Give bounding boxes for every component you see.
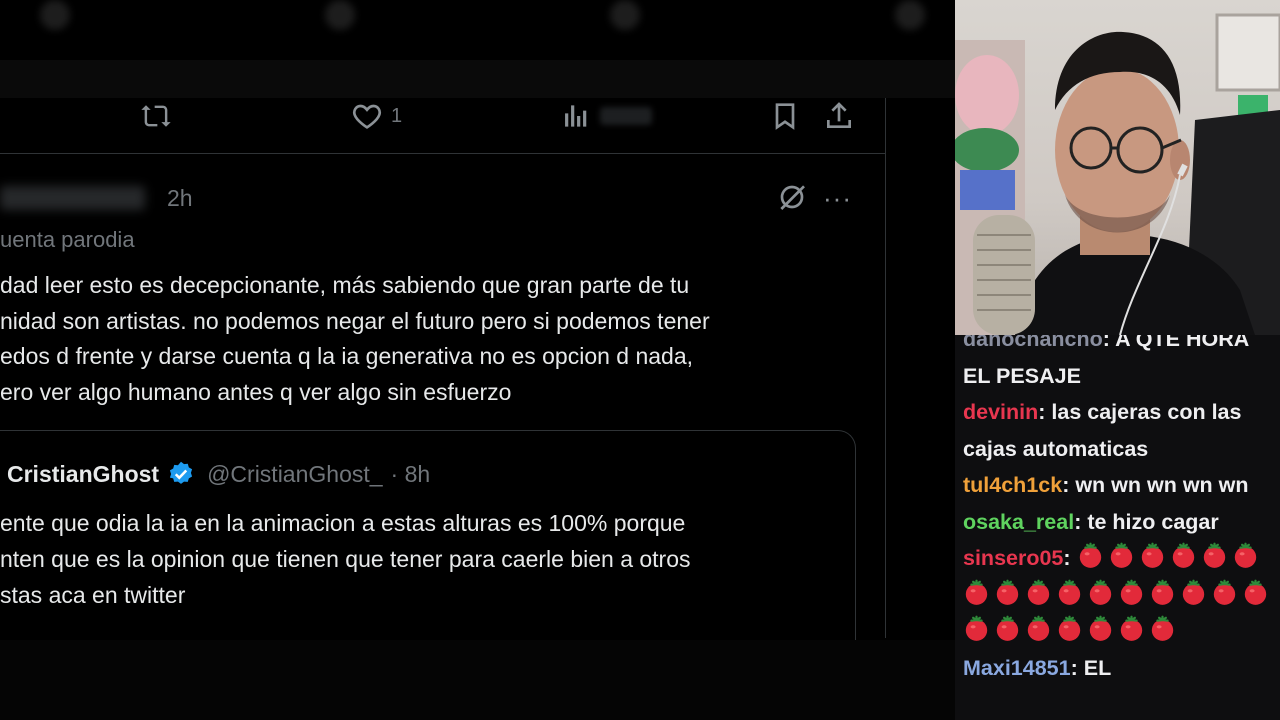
blurred-top-toolbar bbox=[0, 0, 955, 40]
streamer-webcam-image bbox=[955, 13, 1280, 335]
chat-message-text: te hizo cagar bbox=[1087, 509, 1219, 534]
like-count: 1 bbox=[391, 104, 403, 127]
chat-username[interactable]: devinin bbox=[963, 400, 1038, 424]
bookmark-button[interactable] bbox=[769, 98, 801, 134]
tweet-timestamp[interactable]: 2h bbox=[167, 185, 193, 212]
tomato-emote-icon bbox=[1058, 615, 1081, 641]
quoted-text-line: nten que es la opinion que tienen que te… bbox=[0, 546, 691, 572]
chat-username[interactable]: danochancho bbox=[963, 335, 1103, 351]
chat-separator: : bbox=[1070, 655, 1084, 680]
quoted-tweet-text: ente que odia la ia en la animacion a es… bbox=[0, 505, 850, 613]
chat-message: tul4ch1ck: wn wn wn wn wn bbox=[963, 467, 1278, 504]
chat-message: Maxi14851: EL bbox=[963, 650, 1278, 687]
quoted-text-line: stas aca en twitter bbox=[0, 582, 186, 608]
tomato-emote-icon bbox=[1058, 579, 1081, 605]
tomato-emote-icon bbox=[1079, 542, 1101, 568]
retweet-icon bbox=[141, 105, 171, 127]
quoted-text-line: ente que odia la ia en la animacion a es… bbox=[0, 510, 686, 536]
tweet-text-line: ero ver algo humano antes q ver algo sin… bbox=[0, 378, 512, 405]
chat-message: danochancho: A QTE HORA EL PESAJE bbox=[963, 335, 1278, 394]
chat-message: osaka_real: te hizo cagar bbox=[963, 504, 1278, 541]
chat-separator: : bbox=[1074, 509, 1088, 534]
chat-message: sinsero05: bbox=[963, 540, 1278, 650]
tomato-emote-icon bbox=[1234, 542, 1256, 568]
views-chart-icon bbox=[565, 105, 587, 127]
tomato-emote-icon bbox=[1027, 615, 1050, 641]
tomato-emote-icon bbox=[1213, 579, 1236, 605]
tomato-emote-icon bbox=[1172, 542, 1194, 568]
tomato-emote-icon bbox=[965, 579, 988, 605]
views-button[interactable] bbox=[560, 98, 652, 134]
tweet-text-line: edos d frente y darse cuenta q la ia gen… bbox=[0, 343, 694, 369]
quoted-tweet-time: · 8h bbox=[390, 460, 431, 487]
chat-username[interactable]: sinsero05 bbox=[963, 546, 1063, 570]
more-options-icon[interactable]: ··· bbox=[823, 183, 852, 214]
quoted-tweet-header: CristianGhost @CristianGhost_ · 8h bbox=[7, 460, 430, 488]
like-button[interactable]: 1 bbox=[351, 98, 402, 134]
tomato-emote-icon bbox=[1027, 579, 1050, 605]
chat-separator: : bbox=[1038, 400, 1052, 424]
bookmark-icon bbox=[775, 103, 795, 130]
tomato-emote-icon bbox=[1120, 579, 1143, 605]
tomato-emote-icon bbox=[965, 615, 988, 641]
blurred-author-name bbox=[0, 186, 145, 210]
tomato-emote-icon bbox=[1110, 542, 1132, 568]
chat-separator: : bbox=[1063, 546, 1077, 570]
blurred-bottom-area bbox=[0, 640, 955, 720]
tweet-action-bar: 1 bbox=[0, 98, 885, 154]
tomato-emote-icon bbox=[1141, 542, 1163, 568]
retweet-button[interactable] bbox=[140, 98, 172, 134]
tomato-emote-icon bbox=[1089, 579, 1112, 605]
divider bbox=[0, 60, 955, 98]
tomato-emote-icon bbox=[1089, 615, 1112, 641]
tweet-text: dad leer esto es decepcionante, más sabi… bbox=[0, 268, 880, 410]
parody-account-label: uenta parodia bbox=[0, 227, 135, 252]
tomato-emote-icon bbox=[1182, 579, 1205, 605]
twitter-panel: 1 2h ··· uenta parodia dad leer esto es … bbox=[0, 0, 955, 720]
tweet-text-line: nidad son artistas. no podemos negar el … bbox=[0, 307, 710, 334]
chat-messages: danochancho: A QTE HORA EL PESAJE devinin… bbox=[963, 335, 1278, 686]
tomato-emote-icon bbox=[1120, 615, 1143, 641]
chat-message: devinin: las cajeras con las cajas autom… bbox=[963, 394, 1278, 467]
webcam-feed bbox=[955, 0, 1280, 335]
chat-separator: : bbox=[1102, 335, 1116, 351]
chat-username[interactable]: Maxi14851 bbox=[963, 656, 1071, 680]
share-button[interactable] bbox=[823, 98, 855, 134]
tomato-emote-icon bbox=[996, 579, 1019, 605]
grok-icon[interactable] bbox=[776, 181, 808, 213]
tomato-emote-icon bbox=[996, 615, 1019, 641]
chat-message-text: wn wn wn wn wn bbox=[1075, 473, 1249, 497]
chat-username[interactable]: tul4ch1ck bbox=[963, 473, 1062, 497]
tomato-emote-icon bbox=[1151, 579, 1174, 605]
verified-badge-icon bbox=[169, 461, 193, 484]
heart-icon bbox=[353, 104, 381, 129]
quoted-author-handle[interactable]: @CristianGhost_ bbox=[207, 461, 382, 488]
tomato-emote-icon bbox=[1203, 542, 1225, 568]
tomato-emote-icon bbox=[1151, 615, 1174, 641]
column-border bbox=[885, 98, 886, 638]
quoted-author-name[interactable]: CristianGhost bbox=[7, 461, 159, 488]
chat-username[interactable]: osaka_real bbox=[963, 510, 1074, 534]
chat-separator: : bbox=[1062, 473, 1076, 497]
stream-chat: danochancho: A QTE HORA EL PESAJE devinin… bbox=[955, 335, 1280, 720]
chat-message-text: EL bbox=[1083, 655, 1112, 680]
tomato-emote-icon bbox=[1244, 579, 1267, 605]
share-icon bbox=[827, 102, 851, 128]
blurred-view-count bbox=[600, 107, 652, 125]
tweet-text-line: dad leer esto es decepcionante, más sabi… bbox=[0, 272, 690, 298]
